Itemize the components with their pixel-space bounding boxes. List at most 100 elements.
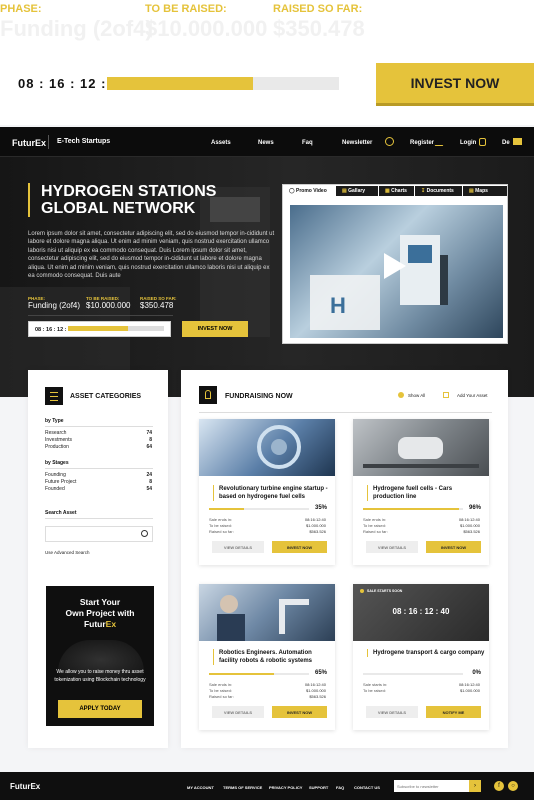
nav-item-faq[interactable]: Faq	[302, 140, 313, 146]
show-all-link[interactable]: Show All	[408, 393, 425, 398]
advanced-search-link[interactable]: Use Advanced Search	[45, 550, 90, 555]
category-investments[interactable]: Investments	[45, 437, 72, 443]
sale-starts-label: Sale starts in:	[363, 682, 388, 687]
raised-so-far-value: $563.526	[309, 694, 326, 699]
footer-logo[interactable]: FuturEx	[10, 782, 40, 791]
asset-progress-fill	[209, 508, 244, 510]
asset-progress-bar	[209, 508, 309, 510]
sale-ends-label: Sale ends in:	[363, 517, 387, 522]
hero-progress-fill	[68, 326, 128, 331]
apply-today-button[interactable]: APPLY TODAY	[58, 700, 142, 718]
chart-icon: ▦	[385, 188, 390, 194]
asset-title[interactable]: Robotics Engineers. Automation facility …	[213, 649, 331, 665]
to-be-raised-value: $1.000.000	[459, 523, 480, 528]
asset-title[interactable]: Hydrogene fuell cells - Cars production …	[367, 485, 485, 501]
start-project-title: Start Your Own Project with FuturEx	[46, 597, 154, 630]
rocket-icon	[199, 386, 217, 404]
hero-raise-value: $10.000.000	[86, 301, 131, 310]
view-details-button[interactable]: VIEW DETAILS	[366, 706, 418, 718]
asset-title[interactable]: Revolutionary turbine engine startup - b…	[213, 485, 331, 501]
asset-progress-bar	[209, 673, 309, 675]
footer-link-support[interactable]: SUPPORT	[309, 785, 328, 790]
to-be-raised-value: $10.000.000	[145, 16, 268, 41]
footer-link-contact[interactable]: CONTACT US	[354, 785, 380, 790]
nav-category[interactable]: E-Tech Startups	[57, 138, 110, 145]
divider	[28, 315, 173, 316]
view-details-button[interactable]: VIEW DETAILS	[366, 541, 418, 553]
tab-maps[interactable]: ▤ Maps	[463, 186, 507, 196]
to-be-raised-label: To be raised:	[209, 523, 232, 528]
asset-categories-title: ASSET CATEGORIES	[70, 393, 142, 400]
start-project-text: We allow you to raise money thru asset t…	[54, 669, 146, 683]
tab-promo-video[interactable]: ◯ Promo Video	[283, 186, 335, 196]
footer-link-terms[interactable]: TERMS OF SERVICE	[223, 785, 262, 790]
nav-item-news[interactable]: News	[258, 140, 274, 146]
stage-founded[interactable]: Founded	[45, 486, 65, 492]
brand-suffix: Ex	[105, 619, 117, 629]
funding-progress-fill	[107, 77, 254, 90]
instagram-icon[interactable]: ○	[508, 781, 518, 791]
subscribe-arrow-icon[interactable]: ›	[469, 780, 481, 792]
view-details-button[interactable]: VIEW DETAILS	[212, 706, 264, 718]
search-icon[interactable]	[141, 530, 148, 537]
register-link[interactable]: Register	[410, 140, 434, 146]
invest-now-button[interactable]: INVEST NOW	[272, 541, 327, 553]
to-be-raised-label: To be raised:	[363, 688, 386, 693]
notify-me-button[interactable]: NOTIFY ME	[426, 706, 481, 718]
divider	[48, 135, 49, 149]
fundraising-title: FUNDRAISING NOW	[225, 393, 293, 400]
brand-prefix: Futur	[83, 619, 106, 629]
asset-percent: 35%	[314, 505, 327, 511]
invest-now-button[interactable]: INVEST NOW	[376, 63, 534, 103]
by-stages-label: by Stages	[45, 460, 69, 466]
footer-link-my-account[interactable]: MY ACCOUNT	[187, 785, 214, 790]
add-asset-icon	[443, 392, 449, 398]
category-production[interactable]: Production	[45, 444, 69, 450]
to-be-raised-label: To be raised:	[363, 523, 386, 528]
tab-charts[interactable]: ▦ Charts	[379, 186, 414, 196]
footer-link-privacy[interactable]: PRIVACY POLICY	[269, 785, 302, 790]
raised-so-far-label: Raised so far:	[209, 529, 234, 534]
tab-label: Charts	[391, 188, 407, 194]
invest-now-button[interactable]: INVEST NOW	[272, 706, 327, 718]
asset-percent: 96%	[468, 505, 481, 511]
stage-future-project[interactable]: Future Project	[45, 479, 76, 485]
search-asset-input[interactable]	[45, 526, 153, 542]
invest-now-button[interactable]: INVEST NOW	[426, 541, 481, 553]
asset-title[interactable]: Hydrogene transport & cargo company	[367, 649, 485, 657]
stage-count: 24	[146, 472, 152, 478]
logo[interactable]: FuturEx	[12, 138, 46, 148]
asset-percent: 0%	[472, 670, 481, 676]
hero-invest-button[interactable]: INVEST NOW	[182, 321, 248, 337]
view-details-button[interactable]: VIEW DETAILS	[212, 541, 264, 553]
to-be-raised-value: $1.000.000	[459, 688, 480, 693]
sale-starts-badge: SALE STARTS SOON	[367, 589, 403, 593]
divider	[45, 468, 153, 469]
raised-so-far-label: RAISED SO FAR:	[273, 3, 363, 15]
sale-ends-value: 08:16:12:40	[304, 517, 326, 522]
tab-gallery[interactable]: ▤ Gallary	[336, 186, 378, 196]
add-asset-link[interactable]: Add Your Asset	[457, 393, 488, 398]
search-asset-label: Search Asset	[45, 510, 77, 516]
category-research[interactable]: Research	[45, 430, 66, 436]
newsletter-input[interactable]	[394, 780, 469, 792]
sale-starts-value: 08:16:12:40	[458, 682, 480, 687]
facebook-icon[interactable]: f	[494, 781, 504, 791]
category-count: 64	[146, 444, 152, 450]
search-icon[interactable]	[385, 137, 394, 146]
nav-item-newsletter[interactable]: Newsletter	[342, 140, 372, 146]
play-icon[interactable]	[384, 253, 406, 279]
to-be-raised-value: $1.000.000	[305, 688, 326, 693]
language-selector[interactable]: De	[502, 140, 510, 146]
divider	[199, 412, 492, 413]
login-link[interactable]: Login	[460, 140, 476, 146]
tab-label: Promo Video	[296, 188, 327, 194]
lock-icon	[479, 138, 486, 146]
hero-raised: RAISED SO FAR: $350.478	[140, 296, 177, 310]
funding-progress-bar	[107, 77, 339, 90]
nav-item-assets[interactable]: Assets	[211, 140, 231, 146]
footer-link-faq[interactable]: FAQ	[336, 785, 344, 790]
divider	[45, 426, 153, 427]
stage-founding[interactable]: Founding	[45, 472, 66, 478]
tab-documents[interactable]: ↧ Documents	[415, 186, 462, 196]
